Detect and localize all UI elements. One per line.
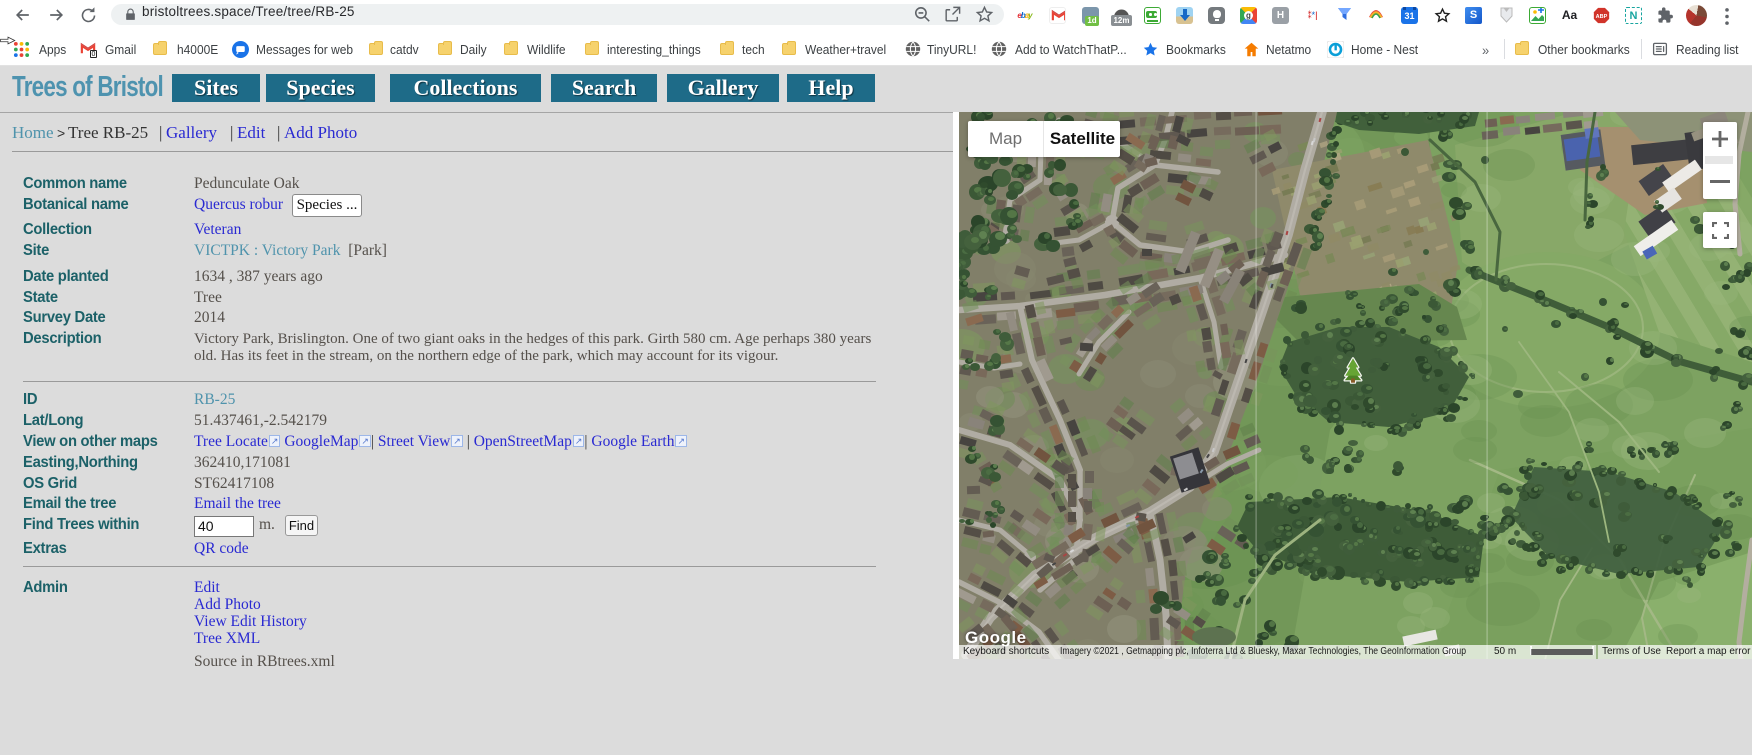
svg-text:ABP: ABP — [1596, 14, 1608, 20]
